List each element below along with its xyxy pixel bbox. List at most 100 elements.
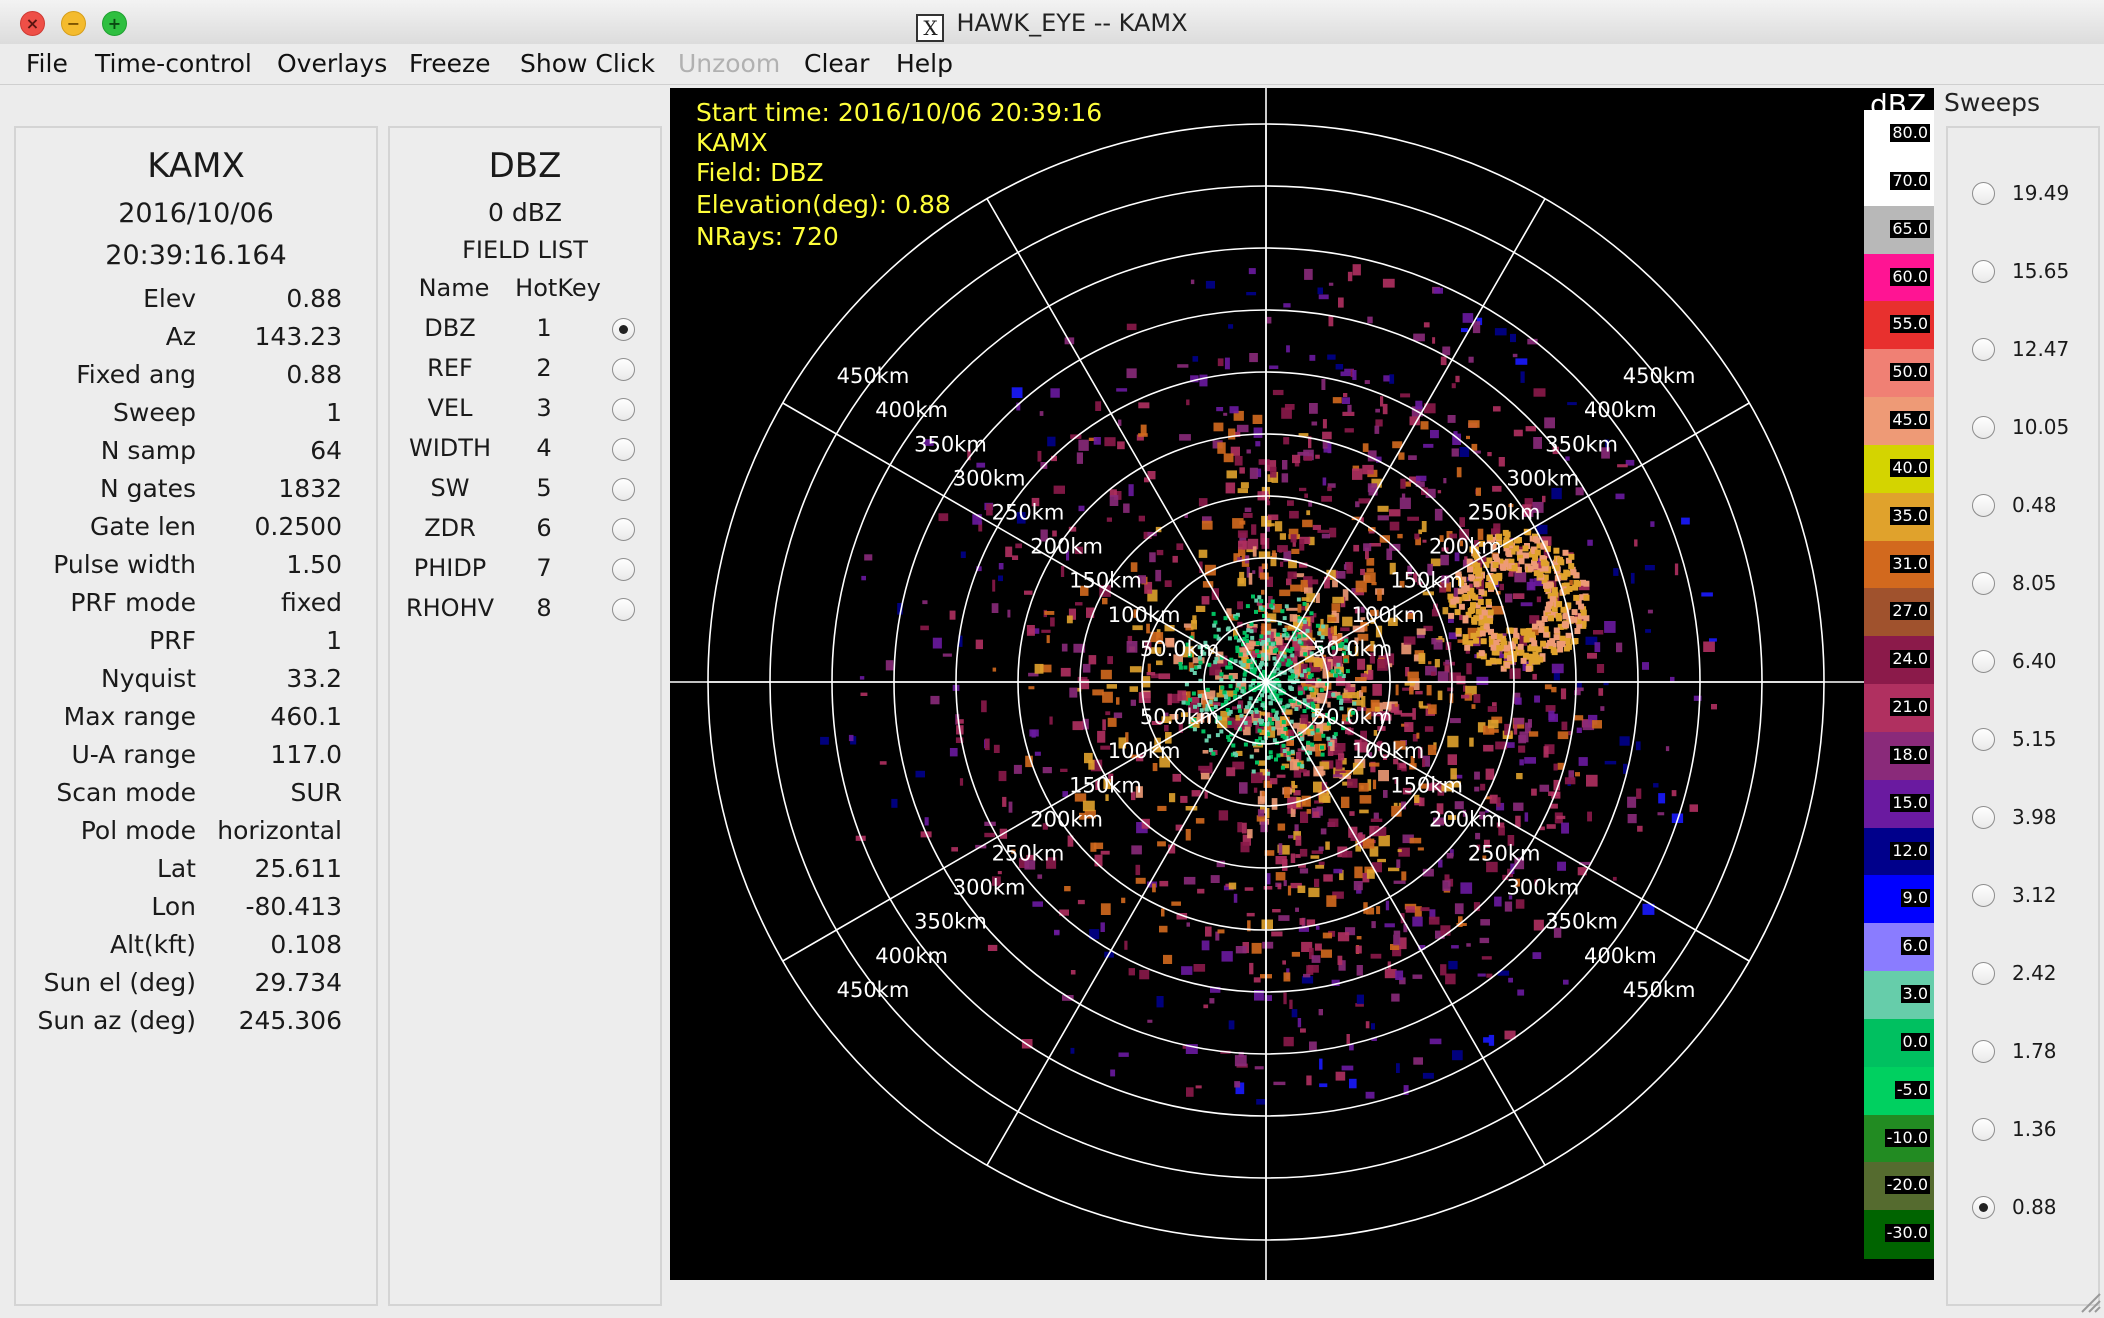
status-label: Lon	[151, 892, 196, 921]
range-ring-label: 400km	[875, 398, 948, 422]
color-scale-band: -10.0	[1864, 1114, 1934, 1164]
field-radio-ref[interactable]	[612, 358, 635, 381]
sweep-radio[interactable]	[1972, 650, 1995, 673]
field-hotkey: 5	[536, 474, 552, 502]
sweep-label: 12.47	[2012, 337, 2070, 361]
range-ring-label: 350km	[1545, 432, 1618, 456]
status-value: 33.2	[286, 664, 342, 693]
sweep-radio[interactable]	[1972, 962, 1995, 985]
sweep-radio[interactable]	[1972, 884, 1995, 907]
sweep-radio[interactable]	[1972, 260, 1995, 283]
range-ring-label: 150km	[1069, 569, 1142, 593]
color-scale-label: 31.0	[1890, 553, 1930, 573]
color-scale-label: 35.0	[1890, 505, 1930, 525]
color-scale-label: 9.0	[1900, 888, 1930, 908]
menu-file[interactable]: File	[26, 44, 68, 84]
status-label: Az	[165, 322, 196, 351]
status-value: -80.413	[245, 892, 343, 921]
color-scale-label: 24.0	[1890, 649, 1930, 669]
status-date: 2016/10/06	[118, 198, 274, 229]
range-ring-label: 150km	[1390, 773, 1463, 797]
menu-time-control[interactable]: Time-control	[95, 44, 252, 84]
color-scale-label: -20.0	[1884, 1175, 1930, 1195]
sweep-radio[interactable]	[1972, 494, 1995, 517]
menu-help[interactable]: Help	[896, 44, 953, 84]
range-ring-label: 150km	[1069, 773, 1142, 797]
sweep-radio[interactable]	[1972, 416, 1995, 439]
menu-overlays[interactable]: Overlays	[277, 44, 387, 84]
status-label: Gate len	[90, 512, 196, 541]
resize-grip-icon[interactable]	[2078, 1290, 2102, 1314]
field-radio-zdr[interactable]	[612, 518, 635, 541]
menu-freeze[interactable]: Freeze	[409, 44, 491, 84]
color-scale-band: 55.0	[1864, 301, 1934, 351]
color-scale-label: 45.0	[1890, 410, 1930, 429]
status-label: N samp	[100, 436, 196, 465]
field-radio-phidp[interactable]	[612, 558, 635, 581]
status-label: PRF	[149, 626, 196, 655]
status-value: horizontal	[217, 816, 342, 845]
range-ring-label: 200km	[1429, 535, 1502, 559]
status-value: 29.734	[254, 968, 342, 997]
sweep-radio[interactable]	[1972, 806, 1995, 829]
field-col-hotkey: HotKey	[515, 274, 601, 302]
field-name: REF	[427, 354, 473, 382]
range-ring-label: 300km	[953, 466, 1026, 490]
range-ring-label: 50.0km	[1140, 637, 1219, 661]
status-label: Pol mode	[80, 816, 196, 845]
sweeps-panel: 19.49 15.65 12.47 10.05 0.48 8.05 6.40 5.15 3.98…	[1946, 126, 2100, 1306]
sweep-radio[interactable]	[1972, 572, 1995, 595]
sweep-radio[interactable]	[1972, 1040, 1995, 1063]
field-radio-rhohv[interactable]	[612, 598, 635, 621]
color-scale-band: 80.0	[1864, 110, 1934, 159]
range-ring-label: 450km	[837, 978, 910, 1002]
sweep-label: 1.78	[2012, 1039, 2057, 1063]
menu-show-click[interactable]: Show Click	[520, 44, 655, 84]
status-value: 143.23	[254, 322, 342, 351]
color-scale-band: 35.0	[1864, 492, 1934, 542]
color-scale-band: 12.0	[1864, 827, 1934, 877]
sweep-radio[interactable]	[1972, 1118, 1995, 1141]
range-ring-label: 450km	[1623, 978, 1696, 1002]
range-ring-label: 350km	[914, 910, 987, 934]
sweep-label: 0.88	[2012, 1195, 2057, 1219]
status-value: 64	[310, 436, 342, 465]
field-name: DBZ	[424, 314, 476, 342]
color-scale-band: -5.0	[1864, 1066, 1934, 1116]
sweep-radio[interactable]	[1972, 338, 1995, 361]
range-ring-label: 50.0km	[1140, 705, 1219, 729]
status-label: Elev	[143, 284, 196, 313]
color-scale-band: 6.0	[1864, 923, 1934, 972]
range-ring-label: 250km	[992, 842, 1065, 866]
status-label: Sun el (deg)	[43, 968, 196, 997]
color-scale-label: 60.0	[1890, 266, 1930, 286]
menu-clear[interactable]: Clear	[804, 44, 869, 84]
color-scale-label: 18.0	[1890, 744, 1930, 764]
color-scale-label: 70.0	[1890, 170, 1930, 190]
range-ring-label: 100km	[1352, 603, 1425, 627]
status-value: 117.0	[270, 740, 342, 769]
color-scale: 80.0 70.0 65.0 60.0 55.0 50.0 45.0 40.0 35.0 31.0…	[1864, 110, 1934, 1259]
field-radio-dbz[interactable]	[612, 318, 635, 341]
color-scale-band: 40.0	[1864, 444, 1934, 494]
color-scale-band: -20.0	[1864, 1162, 1934, 1212]
sweep-radio[interactable]	[1972, 182, 1995, 205]
field-col-name: Name	[418, 274, 490, 302]
menu-unzoom[interactable]: Unzoom	[678, 44, 780, 84]
color-scale-label: 21.0	[1890, 697, 1930, 716]
sweep-radio[interactable]	[1972, 728, 1995, 751]
status-label: PRF mode	[70, 588, 196, 617]
radar-display[interactable]: 50.0km 50.0km 50.0km 50.0km 100km 100km 100km 1…	[670, 88, 1934, 1280]
color-scale-label: -10.0	[1884, 1127, 1930, 1147]
status-value: 460.1	[270, 702, 342, 731]
radar-ppi-canvas[interactable]: 50.0km 50.0km 50.0km 50.0km 100km 100km 100km 1…	[670, 88, 1934, 1280]
range-ring-label: 400km	[1584, 944, 1657, 968]
color-scale-band: 3.0	[1864, 971, 1934, 1020]
color-scale-band: 60.0	[1864, 253, 1934, 303]
field-radio-sw[interactable]	[612, 478, 635, 501]
color-scale-band: 65.0	[1864, 205, 1934, 255]
sweep-radio[interactable]	[1972, 1196, 1995, 1219]
field-radio-vel[interactable]	[612, 398, 635, 421]
field-radio-width[interactable]	[612, 438, 635, 461]
status-value: 25.611	[254, 854, 342, 883]
